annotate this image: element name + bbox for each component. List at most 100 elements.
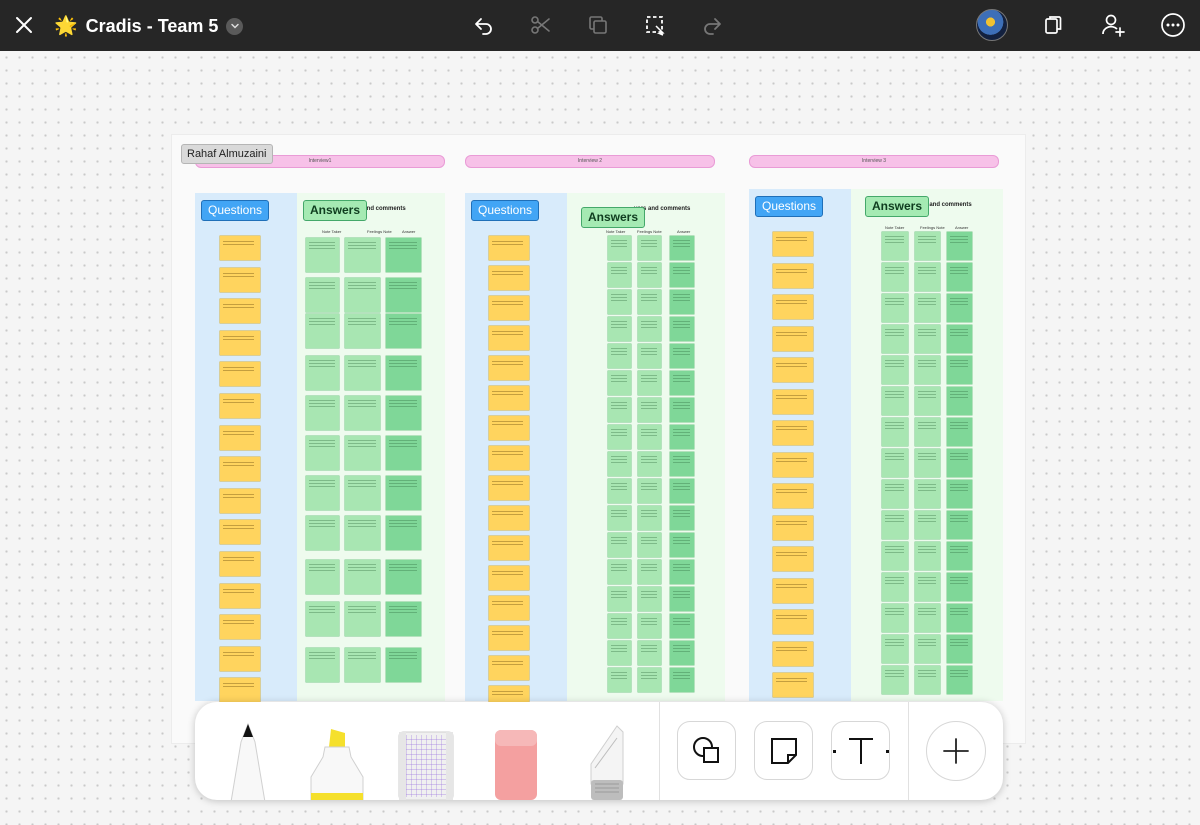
answer-sticky-note[interactable] xyxy=(882,480,908,508)
answer-sticky-note[interactable] xyxy=(608,506,631,530)
answer-sticky-note[interactable] xyxy=(915,573,940,601)
answer-sticky-note[interactable] xyxy=(670,506,694,530)
answer-sticky-note[interactable] xyxy=(608,317,631,341)
answer-sticky-note[interactable] xyxy=(947,542,972,570)
question-sticky-note[interactable] xyxy=(489,446,529,470)
question-sticky-note[interactable] xyxy=(220,236,260,260)
answer-sticky-note[interactable] xyxy=(345,278,380,312)
question-sticky-note[interactable] xyxy=(489,626,529,650)
answer-sticky-note[interactable] xyxy=(882,449,908,477)
answer-sticky-note[interactable] xyxy=(670,668,694,692)
answer-sticky-note[interactable] xyxy=(947,635,972,663)
question-sticky-note[interactable] xyxy=(773,264,813,288)
questions-label[interactable]: Questions xyxy=(471,200,540,221)
answer-sticky-note[interactable] xyxy=(670,398,694,422)
question-sticky-note[interactable] xyxy=(489,416,529,440)
answer-sticky-note[interactable] xyxy=(915,635,940,663)
answer-sticky-note[interactable] xyxy=(638,317,661,341)
text-button[interactable] xyxy=(831,721,890,780)
question-sticky-note[interactable] xyxy=(773,547,813,571)
pages-button[interactable] xyxy=(1036,8,1070,42)
answer-sticky-note[interactable] xyxy=(608,533,631,557)
answer-sticky-note[interactable] xyxy=(345,560,380,594)
answer-sticky-note[interactable] xyxy=(386,396,421,430)
answer-sticky-note[interactable] xyxy=(306,356,339,390)
answer-sticky-note[interactable] xyxy=(306,476,339,510)
question-sticky-note[interactable] xyxy=(773,232,813,256)
answer-sticky-note[interactable] xyxy=(882,573,908,601)
more-button[interactable] xyxy=(1156,8,1190,42)
answer-sticky-note[interactable] xyxy=(882,635,908,663)
eraser-tool[interactable] xyxy=(493,728,539,800)
answer-sticky-note[interactable] xyxy=(670,560,694,584)
answer-sticky-note[interactable] xyxy=(915,604,940,632)
answer-sticky-note[interactable] xyxy=(638,398,661,422)
answer-sticky-note[interactable] xyxy=(915,232,940,260)
answer-sticky-note[interactable] xyxy=(638,533,661,557)
answer-sticky-note[interactable] xyxy=(915,542,940,570)
question-sticky-note[interactable] xyxy=(773,642,813,666)
answer-sticky-note[interactable] xyxy=(638,560,661,584)
question-sticky-note[interactable] xyxy=(220,584,260,608)
answer-sticky-note[interactable] xyxy=(638,263,661,287)
answer-sticky-note[interactable] xyxy=(638,587,661,611)
close-button[interactable] xyxy=(7,8,41,42)
answer-sticky-note[interactable] xyxy=(386,648,421,682)
redo-button[interactable] xyxy=(695,8,729,42)
answer-sticky-note[interactable] xyxy=(882,666,908,694)
answer-sticky-note[interactable] xyxy=(947,573,972,601)
question-sticky-note[interactable] xyxy=(220,678,260,702)
pen-tool[interactable] xyxy=(220,722,276,800)
answer-sticky-note[interactable] xyxy=(670,263,694,287)
answer-sticky-note[interactable] xyxy=(670,317,694,341)
answer-sticky-note[interactable] xyxy=(915,263,940,291)
interview-title-banner[interactable]: Interview 2 xyxy=(465,155,715,168)
answer-sticky-note[interactable] xyxy=(882,387,908,415)
answer-sticky-note[interactable] xyxy=(670,479,694,503)
answer-sticky-note[interactable] xyxy=(638,371,661,395)
shapes-button[interactable] xyxy=(677,721,736,780)
select-button[interactable] xyxy=(638,8,672,42)
answer-sticky-note[interactable] xyxy=(608,263,631,287)
answer-sticky-note[interactable] xyxy=(670,641,694,665)
answer-sticky-note[interactable] xyxy=(608,668,631,692)
question-sticky-note[interactable] xyxy=(773,390,813,414)
answer-sticky-note[interactable] xyxy=(345,238,380,272)
answer-sticky-note[interactable] xyxy=(386,238,421,272)
question-sticky-note[interactable] xyxy=(220,331,260,355)
question-sticky-note[interactable] xyxy=(773,579,813,603)
question-sticky-note[interactable] xyxy=(489,356,529,380)
answer-sticky-note[interactable] xyxy=(386,356,421,390)
question-sticky-note[interactable] xyxy=(220,552,260,576)
answer-sticky-note[interactable] xyxy=(638,344,661,368)
answer-sticky-note[interactable] xyxy=(345,602,380,636)
answer-sticky-note[interactable] xyxy=(638,479,661,503)
answer-sticky-note[interactable] xyxy=(386,516,421,550)
answer-sticky-note[interactable] xyxy=(345,648,380,682)
question-sticky-note[interactable] xyxy=(220,394,260,418)
answer-sticky-note[interactable] xyxy=(608,236,631,260)
grid-ruler-tool[interactable] xyxy=(397,730,455,800)
question-sticky-note[interactable] xyxy=(489,296,529,320)
highlighter-tool[interactable] xyxy=(307,727,367,800)
answer-sticky-note[interactable] xyxy=(608,398,631,422)
answer-sticky-note[interactable] xyxy=(638,506,661,530)
question-sticky-note[interactable] xyxy=(220,362,260,386)
answer-sticky-note[interactable] xyxy=(947,356,972,384)
answer-sticky-note[interactable] xyxy=(608,371,631,395)
question-sticky-note[interactable] xyxy=(489,326,529,350)
question-sticky-note[interactable] xyxy=(489,566,529,590)
answer-sticky-note[interactable] xyxy=(670,533,694,557)
answer-sticky-note[interactable] xyxy=(608,641,631,665)
question-sticky-note[interactable] xyxy=(773,484,813,508)
answer-sticky-note[interactable] xyxy=(915,449,940,477)
chevron-down-icon[interactable] xyxy=(226,17,244,35)
answer-sticky-note[interactable] xyxy=(345,516,380,550)
undo-button[interactable] xyxy=(467,8,501,42)
question-sticky-note[interactable] xyxy=(489,596,529,620)
answer-sticky-note[interactable] xyxy=(306,436,339,470)
answer-sticky-note[interactable] xyxy=(882,356,908,384)
answer-sticky-note[interactable] xyxy=(306,278,339,312)
answer-sticky-note[interactable] xyxy=(638,641,661,665)
question-sticky-note[interactable] xyxy=(489,236,529,260)
